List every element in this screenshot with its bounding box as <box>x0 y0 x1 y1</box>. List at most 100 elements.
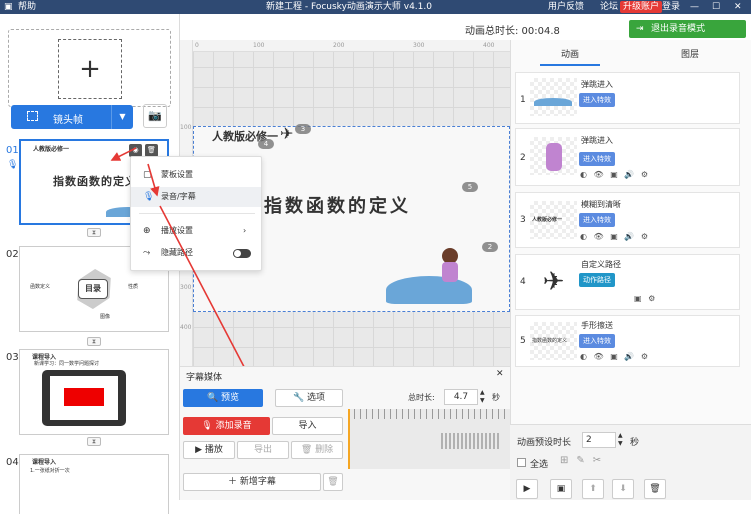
export-button[interactable]: 导出 <box>237 441 289 459</box>
menu-item-hide-path[interactable]: ⤳ 隐藏路径 <box>131 243 261 263</box>
title-bar: ▣ 帮助 新建工程 - Focusky动画演示大师 v4.1.0 用户反馈 论坛… <box>0 0 751 14</box>
effect-button[interactable]: 进入特效 <box>579 334 615 348</box>
exit-icon: ⇥ <box>636 24 644 34</box>
preset-duration-field[interactable]: 2 <box>582 432 616 448</box>
duration-field[interactable]: 4.7 <box>444 389 478 405</box>
total-duration-label: 动画总时长: 00:04.8 <box>465 26 560 37</box>
tab-animation[interactable]: 动画 <box>540 44 600 66</box>
preset-stepper[interactable]: ▲ ▼ <box>618 432 623 448</box>
hide-path-toggle[interactable] <box>233 249 251 258</box>
tab-layers[interactable]: 图层 <box>660 44 720 66</box>
item-controls[interactable]: ◐ 👁 ▣ 🔊 ⚙ <box>580 352 650 361</box>
item-controls[interactable]: ◐ 👁 ▣ 🔊 ⚙ <box>580 232 650 241</box>
trash-icon[interactable]: 🗑 <box>323 473 343 491</box>
move-down-icon[interactable]: ⬇ <box>612 479 634 499</box>
help-menu[interactable]: 帮助 <box>18 1 36 13</box>
transition-icon[interactable]: ⧗ <box>87 228 101 237</box>
item-controls[interactable]: ◐ 👁 ▣ 🔊 ⚙ <box>580 170 650 179</box>
maximize-icon[interactable]: ☐ <box>712 1 720 13</box>
trash-icon[interactable]: 🗑 <box>644 479 666 499</box>
book-image[interactable] <box>386 276 472 304</box>
thumb-text: 目录 <box>78 279 108 299</box>
animation-item[interactable]: 2 弹跳进入 进入特效 ◐ 👁 ▣ 🔊 ⚙ <box>515 128 740 186</box>
preview-button[interactable]: 🔍 预览 <box>183 389 263 407</box>
effect-button[interactable]: 进入特效 <box>579 93 615 107</box>
import-button[interactable]: 导入 <box>272 417 343 435</box>
window-title: 新建工程 - Focusky动画演示大师 v4.1.0 <box>266 2 432 12</box>
app-icon: ▣ <box>4 2 13 12</box>
play-icon[interactable]: ▶ <box>516 479 538 499</box>
move-up-icon[interactable]: ⬆ <box>582 479 604 499</box>
horizontal-ruler: 0 100 200 300 400 <box>193 40 510 52</box>
mic-icon: 🎙 <box>7 160 19 170</box>
slide-number: 02 <box>6 249 19 260</box>
transition-icon[interactable]: ⧗ <box>87 437 101 446</box>
slide-thumbnail[interactable]: 课程导入 1.一张纸对折一次 <box>19 454 169 514</box>
audio-timeline[interactable] <box>348 409 510 469</box>
main-text[interactable]: 指数函数的定义 <box>264 192 411 218</box>
login-link[interactable]: 登录 <box>662 1 680 13</box>
close-icon[interactable]: ✕ <box>496 369 504 379</box>
play-settings-icon: ⊕ <box>143 226 151 236</box>
menu-item-play-settings[interactable]: ⊕ 播放设置 › <box>131 221 261 241</box>
duration-stepper[interactable]: ▲ ▼ <box>480 389 485 405</box>
playhead[interactable] <box>348 409 350 469</box>
add-subtitle-button[interactable]: ＋ 新增字幕 <box>183 473 321 491</box>
slide-number: 04 <box>6 457 19 468</box>
delete-button[interactable]: 🗑 删除 <box>291 441 343 459</box>
thumb-text: 指数函数的定义 <box>53 175 137 188</box>
options-button[interactable]: 🔧 选项 <box>275 389 343 407</box>
order-badge: 5 <box>462 182 478 192</box>
camera-frame-button[interactable]: 镜头帧 ▼ <box>11 105 133 129</box>
play-button[interactable]: ▶ 播放 <box>183 441 235 459</box>
minimize-icon[interactable]: — <box>690 1 699 13</box>
forum-link[interactable]: 论坛 <box>600 1 618 13</box>
menu-item-mask[interactable]: ▢ 蒙板设置 <box>131 165 261 185</box>
plus-icon[interactable]: + <box>59 40 121 98</box>
animation-thumbnail <box>530 78 577 116</box>
item-controls[interactable]: ▣ ⚙ <box>634 294 657 303</box>
order-badge: 4 <box>258 139 274 149</box>
girl-image[interactable] <box>442 262 458 282</box>
animation-footer: 动画预设时长 2 ▲ ▼ 秒 全选 ⊞✎✂ ▶ ▣ ⬆ ⬇ 🗑 <box>510 424 751 500</box>
effect-button[interactable]: 进入特效 <box>579 152 615 166</box>
select-all-checkbox[interactable] <box>517 458 526 467</box>
order-badge: 3 <box>295 124 311 134</box>
paper-plane-icon[interactable]: ✈ <box>280 124 293 143</box>
animation-item[interactable]: 5 指数函数的定义 手形擦送 进入特效 ◐ 👁 ▣ 🔊 ⚙ <box>515 315 740 367</box>
slide-number: 01 <box>6 145 19 156</box>
animation-item[interactable]: 4 ✈ 自定义路径 动作路径 ▣ ⚙ <box>515 254 740 310</box>
mask-icon: ▢ <box>143 170 152 180</box>
mic-icon: 🎙 <box>143 192 155 202</box>
chevron-right-icon: › <box>243 226 247 235</box>
menu-item-record-subtitle[interactable]: 🎙 录音/字幕 <box>131 187 261 207</box>
order-badge: 2 <box>482 242 498 252</box>
effect-button[interactable]: 进入特效 <box>579 213 615 227</box>
paper-plane-icon: ✈ <box>530 263 577 301</box>
batch-tools[interactable]: ⊞✎✂ <box>560 455 609 466</box>
add-slide-area[interactable]: + <box>8 29 171 107</box>
preview-icon[interactable]: ▣ <box>550 479 572 499</box>
animation-item[interactable]: 1 弹跳进入 进入特效 <box>515 72 740 124</box>
slide-number: 03 <box>6 352 19 363</box>
add-record-button[interactable]: 🎙 添加录音 <box>183 417 270 435</box>
camera-frame-label: 镜头帧 <box>53 115 83 126</box>
audio-waveform[interactable] <box>441 433 499 449</box>
effect-button[interactable]: 动作路径 <box>579 273 615 287</box>
upgrade-button[interactable]: 升级账户 <box>620 1 663 13</box>
animation-thumbnail: 人教版必修一 <box>530 201 577 239</box>
hide-path-icon: ⤳ <box>143 248 151 258</box>
transition-icon[interactable]: ⧗ <box>87 337 101 346</box>
panel-title: 字幕媒体 <box>186 373 223 383</box>
exit-record-mode-button[interactable]: ⇥ 退出录音模式 <box>629 20 746 38</box>
camera-icon[interactable]: 📷 <box>143 104 167 128</box>
close-icon[interactable]: ✕ <box>734 1 742 13</box>
frame-icon <box>27 111 38 121</box>
thumb-title: 人教版必修一 <box>33 146 70 153</box>
animation-thumbnail: 指数函数的定义 <box>530 322 577 360</box>
animation-item[interactable]: 3 人教版必修一 模糊到清晰 进入特效 ◐ 👁 ▣ 🔊 ⚙ <box>515 192 740 248</box>
slide-thumbnail[interactable]: 课程导入 新课学习：同一数学问题探讨 <box>19 349 169 435</box>
animation-thumbnail <box>530 137 577 175</box>
chevron-down-icon[interactable]: ▼ <box>111 105 133 129</box>
feedback-link[interactable]: 用户反馈 <box>548 1 584 13</box>
